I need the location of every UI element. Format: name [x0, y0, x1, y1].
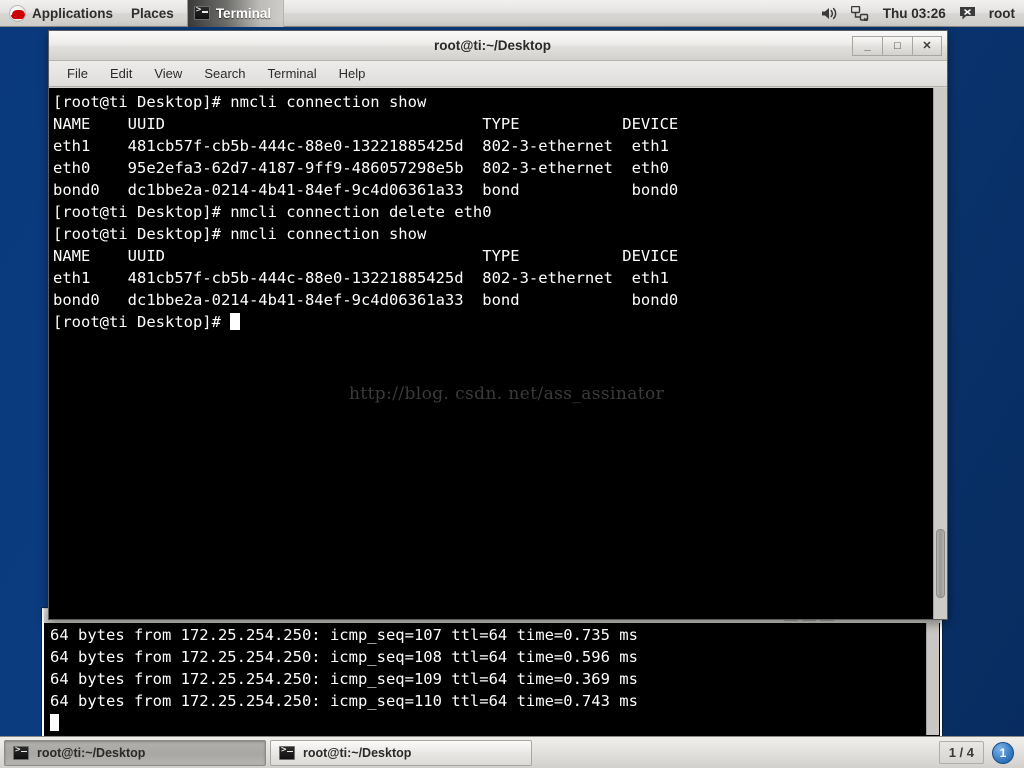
menu-search[interactable]: Search	[194, 64, 255, 83]
terminal-icon	[193, 5, 210, 20]
places-menu-label: Places	[131, 5, 174, 21]
applications-menu-label: Applications	[32, 5, 114, 21]
terminal-icon	[13, 745, 29, 760]
terminal-text: [root@ti Desktop]# nmcli connection show…	[53, 93, 679, 309]
applications-menu[interactable]: Applications	[0, 0, 122, 27]
background-terminal-output[interactable]: 64 bytes from 172.25.254.250: icmp_seq=1…	[44, 623, 940, 737]
bg-terminal-cursor	[50, 714, 59, 731]
taskbar-item-label: root@ti:~/Desktop	[37, 745, 146, 760]
window-controls: _ □ ✕	[852, 35, 947, 56]
terminal-content-area[interactable]: [root@ti Desktop]# nmcli connection show…	[49, 88, 947, 619]
workspace-indicator[interactable]: 1 / 4	[938, 741, 984, 764]
watermark-text: http://blog. csdn. net/ass_assinator	[349, 384, 665, 404]
network-disconnected-icon[interactable]	[850, 5, 870, 21]
menu-view[interactable]: View	[144, 64, 192, 83]
redhat-logo-icon	[9, 4, 26, 22]
taskbar-item-terminal-1[interactable]: root@ti:~/Desktop	[4, 739, 266, 766]
panel-tray: Thu 03:26 root	[821, 5, 1024, 21]
menu-help[interactable]: Help	[329, 64, 376, 83]
close-button[interactable]: ✕	[912, 35, 942, 56]
panel-window-task-terminal[interactable]: Terminal	[186, 0, 285, 27]
terminal-window[interactable]: root@ti:~/Desktop _ □ ✕ File Edit View S…	[48, 30, 948, 620]
minimize-button[interactable]: _	[852, 35, 882, 56]
background-terminal-window[interactable]: 64 bytes from 172.25.254.250: icmp_seq=1…	[42, 608, 942, 738]
terminal-titlebar[interactable]: root@ti:~/Desktop _ □ ✕	[49, 31, 947, 61]
panel-user-menu[interactable]: root	[989, 6, 1015, 21]
menu-edit[interactable]: Edit	[100, 64, 142, 83]
top-panel: Applications Places Terminal Thu 03:26	[0, 0, 1024, 27]
taskbar-item-label: root@ti:~/Desktop	[303, 745, 412, 760]
workspace-switcher[interactable]: 1 / 4 1	[938, 741, 1020, 764]
terminal-menubar: File Edit View Search Terminal Help	[49, 61, 947, 87]
messaging-icon[interactable]	[959, 6, 976, 21]
terminal-scrollbar-thumb[interactable]	[936, 528, 945, 598]
maximize-button[interactable]: □	[882, 35, 912, 56]
menu-file[interactable]: File	[57, 64, 98, 83]
terminal-scrollbar[interactable]	[933, 88, 947, 619]
places-menu[interactable]: Places	[122, 0, 183, 27]
bg-terminal-text: 64 bytes from 172.25.254.250: icmp_seq=1…	[50, 626, 638, 710]
taskbar-item-terminal-2[interactable]: root@ti:~/Desktop	[270, 739, 532, 766]
panel-window-task-label: Terminal	[215, 5, 272, 21]
bg-terminal-scrollbar[interactable]	[926, 623, 939, 735]
terminal-icon	[279, 745, 295, 760]
volume-icon[interactable]	[821, 6, 838, 21]
terminal-cursor	[230, 313, 241, 330]
panel-clock[interactable]: Thu 03:26	[883, 6, 946, 21]
menu-terminal[interactable]: Terminal	[258, 64, 327, 83]
window-title: root@ti:~/Desktop	[433, 38, 552, 53]
terminal-output[interactable]: [root@ti Desktop]# nmcli connection show…	[49, 88, 933, 619]
terminal-prompt: [root@ti Desktop]#	[53, 313, 231, 331]
taskbar: root@ti:~/Desktop root@ti:~/Desktop 1 / …	[0, 736, 1024, 768]
notification-count-badge[interactable]: 1	[992, 741, 1014, 764]
